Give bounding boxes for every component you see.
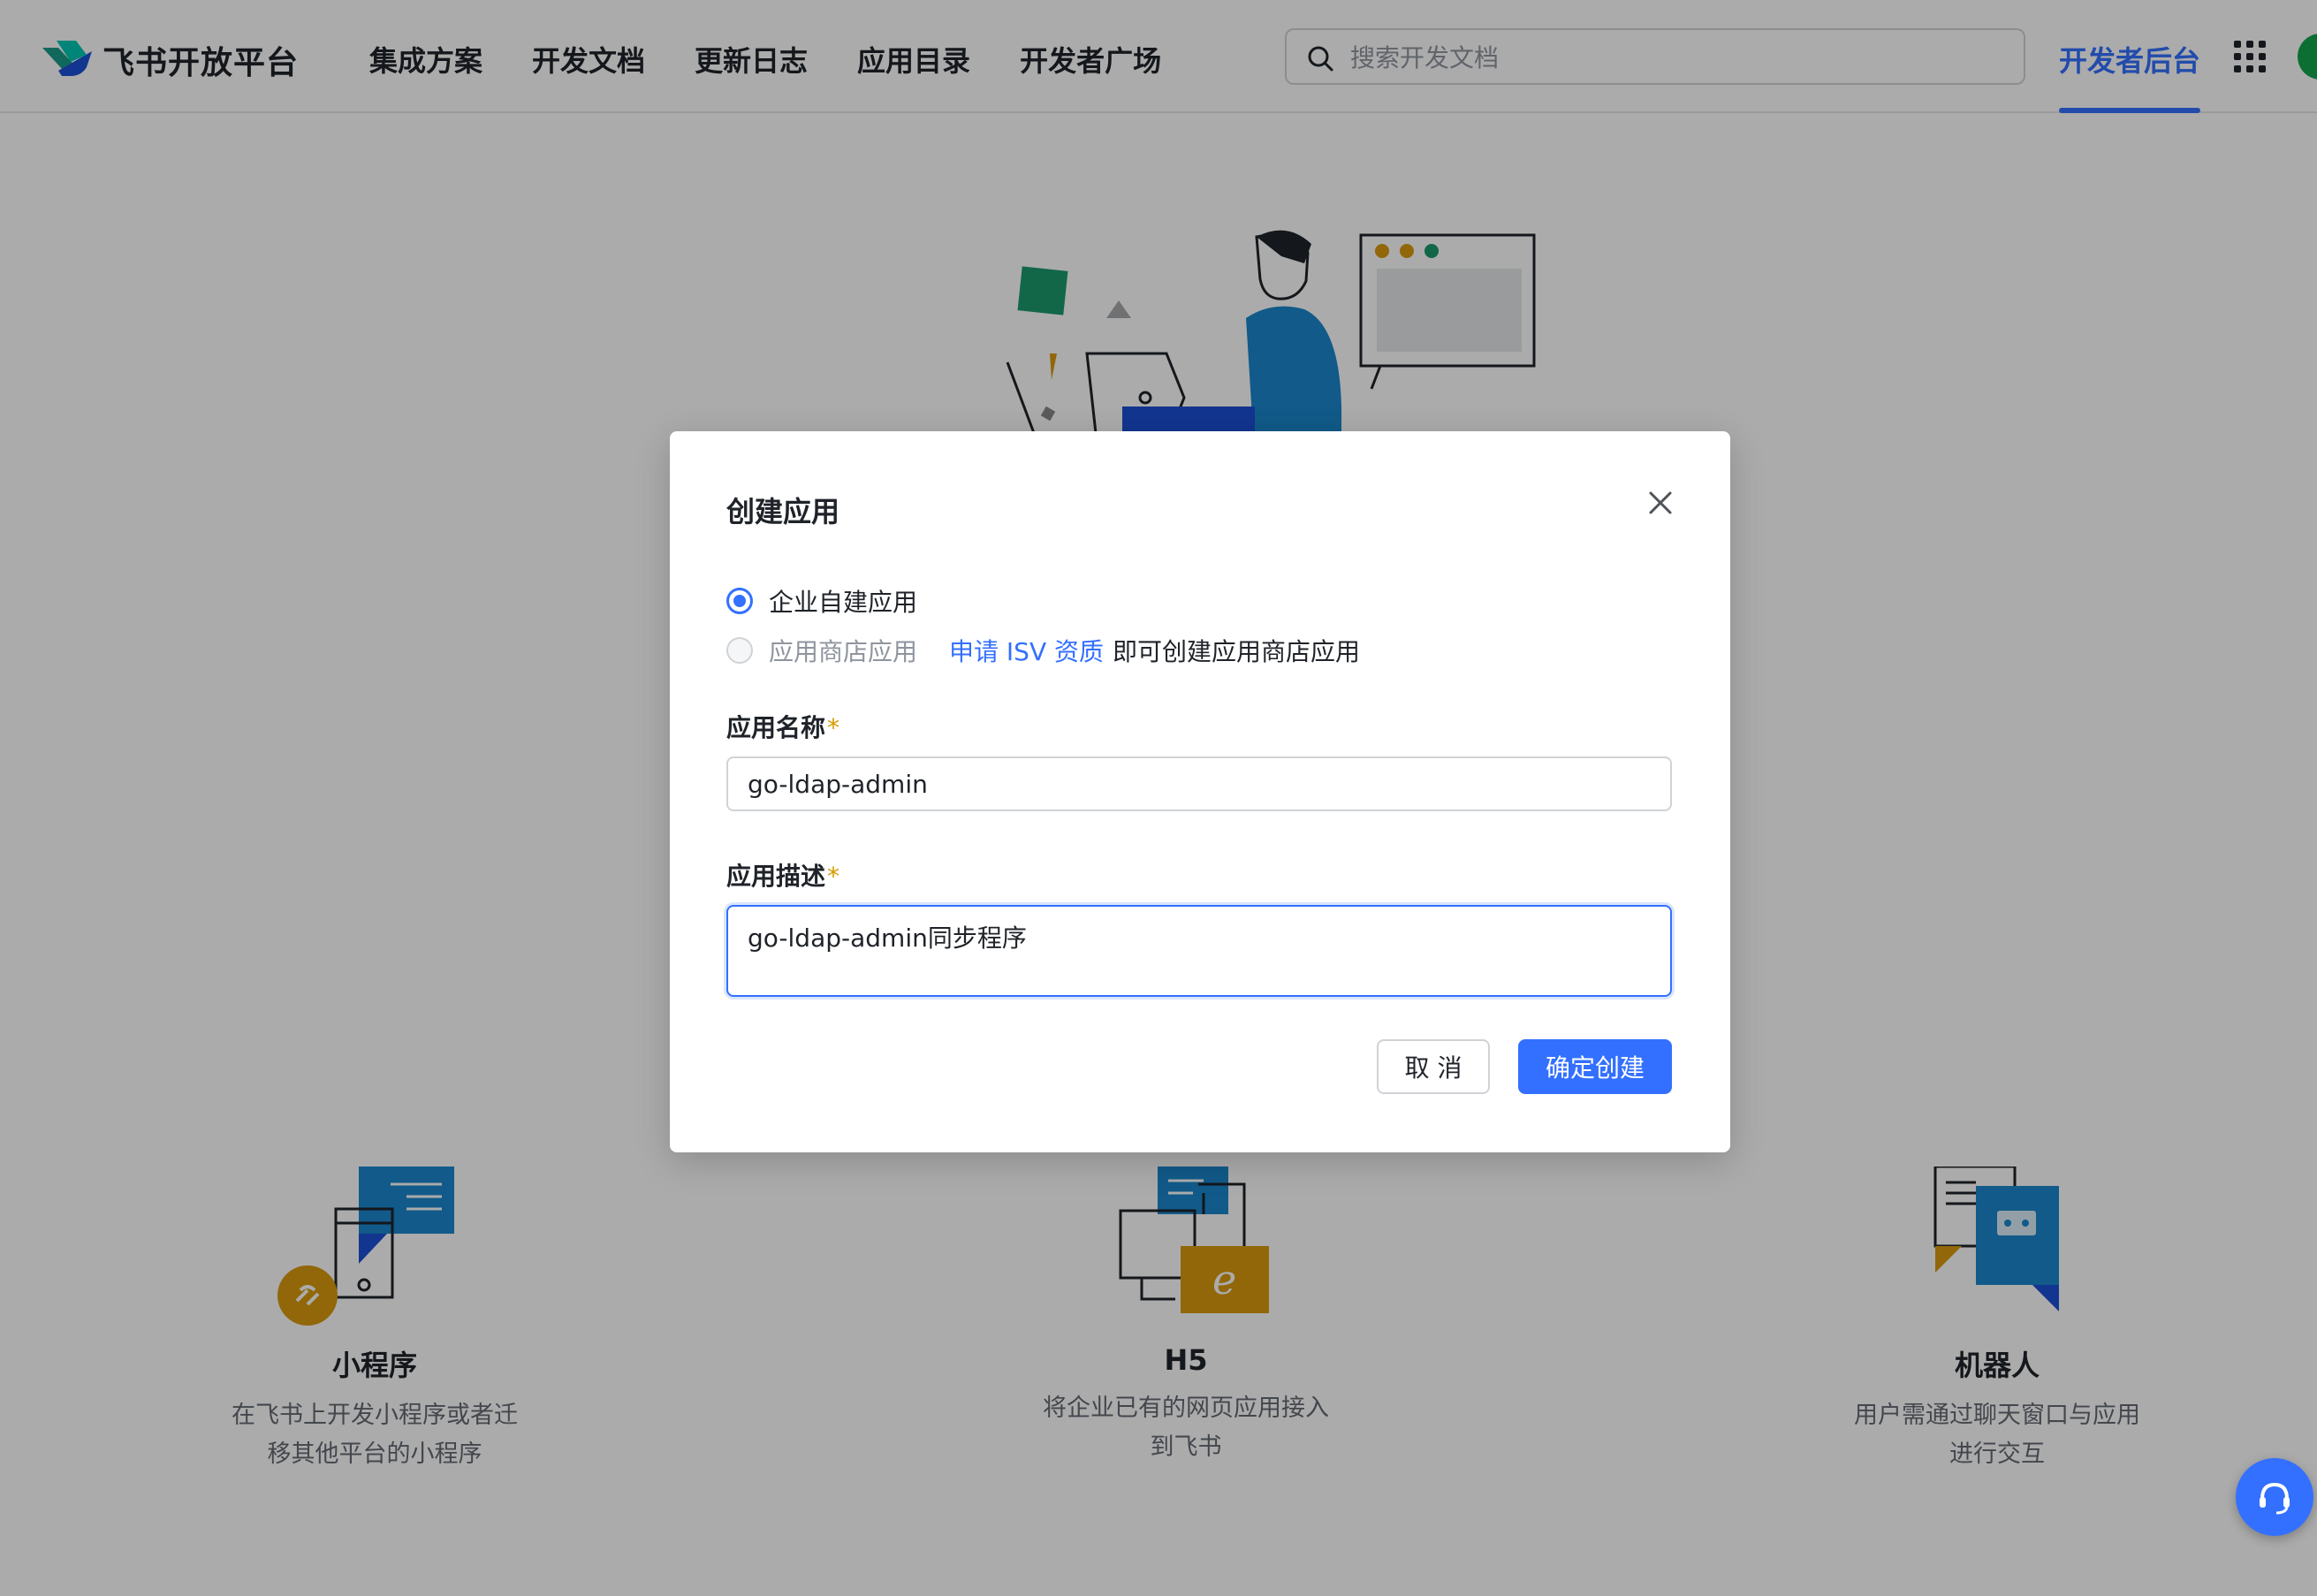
- app-name-input[interactable]: [726, 756, 1672, 811]
- apply-isv-link[interactable]: 申请 ISV 资质: [949, 633, 1104, 668]
- radio-option-enterprise[interactable]: 企业自建应用: [726, 583, 917, 619]
- required-mark: *: [827, 862, 840, 891]
- isv-hint-text: 即可创建应用商店应用: [1113, 637, 1361, 666]
- radio-option-store: 应用商店应用 申请 ISV 资质 即可创建应用商店应用: [726, 633, 1360, 668]
- label-text: 应用描述: [726, 862, 826, 891]
- app-description-label: 应用描述*: [726, 857, 839, 893]
- radio-button-selected[interactable]: [726, 588, 753, 614]
- headset-icon: [2260, 1482, 2290, 1515]
- close-icon[interactable]: [1644, 486, 1677, 520]
- support-button[interactable]: [2236, 1458, 2313, 1536]
- radio-label: 企业自建应用: [769, 588, 918, 617]
- required-mark: *: [827, 713, 840, 742]
- radio-button-disabled: [726, 637, 753, 664]
- create-app-dialog: 创建应用 企业自建应用 应用商店应用 申请 ISV 资质 即可创建应用商店应用 …: [670, 431, 1730, 1152]
- confirm-create-button[interactable]: 确定创建: [1518, 1039, 1672, 1094]
- app-name-label: 应用名称*: [726, 709, 839, 744]
- app-description-textarea[interactable]: go-ldap-admin同步程序: [726, 905, 1672, 997]
- label-text: 应用名称: [726, 713, 826, 742]
- dialog-title: 创建应用: [726, 495, 840, 528]
- radio-label: 应用商店应用: [769, 637, 918, 666]
- cancel-button[interactable]: 取 消: [1377, 1039, 1490, 1094]
